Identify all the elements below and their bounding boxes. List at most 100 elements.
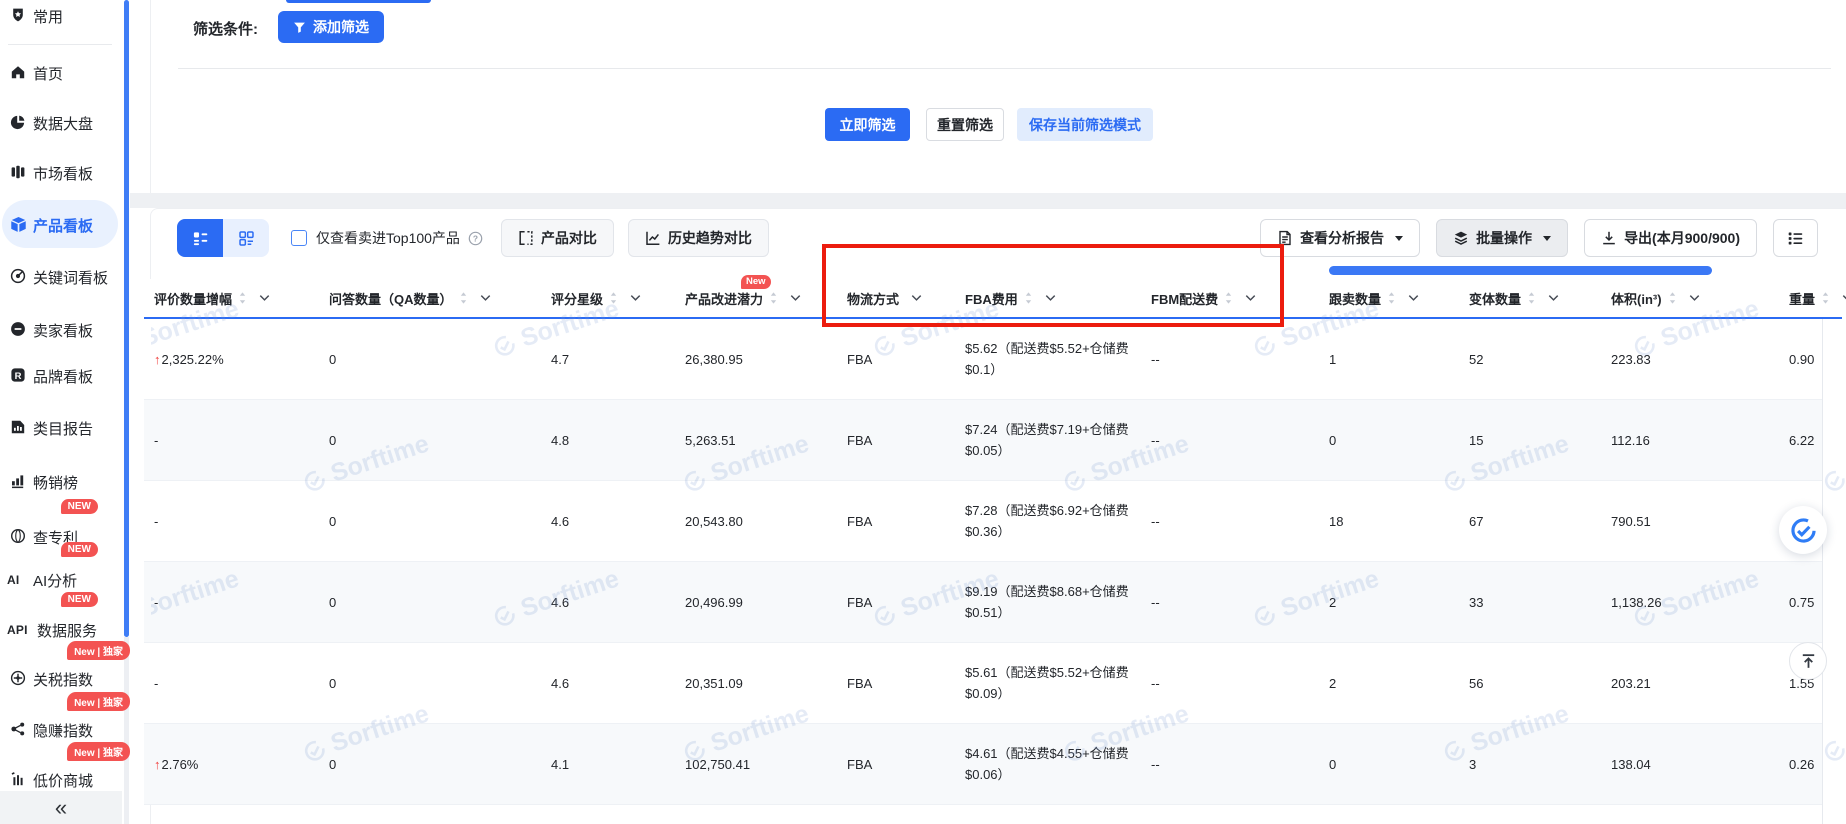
new-column-badge: New: [741, 275, 771, 289]
cell-review_growth: -: [144, 481, 319, 561]
sort-icon[interactable]: [769, 291, 778, 305]
sort-icon[interactable]: [1387, 291, 1396, 305]
cell-improve_potential: 20,351.09: [675, 643, 837, 723]
table-row-6[interactable]: ↑2.76%04.1102,750.41FBA$4.61（配送费$4.55+仓储…: [144, 724, 1842, 805]
sort-icon[interactable]: [1224, 291, 1233, 305]
filter-conditions-label: 筛选条件:: [193, 18, 258, 39]
view-report-button[interactable]: 查看分析报告: [1260, 219, 1420, 257]
reset-filter-button[interactable]: 重置筛选: [926, 108, 1004, 141]
brand-assistant-button[interactable]: [1779, 506, 1827, 554]
new-badge: NEW: [61, 499, 98, 514]
sidebar-item-9[interactable]: 类目报告: [0, 412, 122, 444]
clipped-button-remnant: [286, 0, 431, 3]
add-filter-button[interactable]: 添加筛选: [278, 11, 384, 43]
horizontal-scrollbar-thumb[interactable]: [1329, 266, 1712, 275]
column-header-volume[interactable]: 体积(in³): [1601, 279, 1779, 317]
chevron-down-icon[interactable]: [1045, 294, 1056, 302]
export-button[interactable]: 导出(本月900/900): [1584, 219, 1757, 257]
column-header-fba_fee[interactable]: FBA费用: [955, 279, 1141, 317]
column-header-weight[interactable]: 重量: [1779, 279, 1835, 317]
cell-logistics: FBA: [837, 643, 955, 723]
chevron-down-icon[interactable]: [1408, 294, 1419, 302]
sidebar-item-14[interactable]: 关税指数New | 独家: [0, 663, 122, 695]
sidebar-scrollbar-thumb[interactable]: [124, 0, 129, 637]
column-header-qa_count[interactable]: 问答数量（QA数量）: [319, 279, 541, 317]
chevron-down-icon[interactable]: [790, 294, 801, 302]
table-row-5[interactable]: -04.620,351.09FBA$5.61（配送费$5.52+仓储费$0.09…: [144, 643, 1842, 724]
list-view-toggle[interactable]: [177, 219, 223, 257]
column-settings-button[interactable]: [1773, 219, 1818, 257]
chevron-down-icon[interactable]: [1245, 294, 1256, 302]
cell-volume: 223.83: [1601, 319, 1779, 399]
cell-rating: 4.6: [541, 643, 675, 723]
top100-checkbox[interactable]: [291, 230, 307, 246]
cell-improve_potential: 26,380.95: [675, 319, 837, 399]
sort-icon[interactable]: [1821, 291, 1830, 305]
table-body: ↑2,325.22%04.726,380.95FBA$5.62（配送费$5.52…: [144, 319, 1842, 805]
save-filter-mode-button[interactable]: 保存当前筛选模式: [1017, 108, 1153, 141]
sidebar-collapse-button[interactable]: «: [0, 791, 122, 824]
chevron-down-icon[interactable]: [911, 294, 922, 302]
sidebar-item-10[interactable]: 畅销榜: [0, 466, 122, 498]
product-compare-button[interactable]: 产品对比: [501, 219, 614, 257]
sidebar-item-6[interactable]: 关键词看板: [0, 261, 122, 293]
table-row-2[interactable]: -04.85,263.51FBA$7.24（配送费$7.19+仓储费$0.05）…: [144, 400, 1842, 481]
column-header-variants[interactable]: 变体数量: [1459, 279, 1601, 317]
question-circle-icon[interactable]: ?: [468, 231, 483, 246]
sidebar-item-8[interactable]: R 品牌看板: [0, 360, 122, 392]
cell-logistics: FBA: [837, 400, 955, 480]
sidebar-item-label: 市场看板: [33, 163, 93, 184]
cell-rating: 4.6: [541, 481, 675, 561]
back-to-top-button[interactable]: [1789, 642, 1827, 680]
cell-fbm_fee: --: [1141, 319, 1319, 399]
batch-actions-button[interactable]: 批量操作: [1436, 219, 1568, 257]
chevron-down-icon[interactable]: [259, 294, 270, 302]
sidebar-item-1[interactable]: 常用: [0, 0, 122, 32]
sort-icon[interactable]: [238, 291, 247, 305]
cell-fbm_fee: --: [1141, 481, 1319, 561]
table-row-1[interactable]: ↑2,325.22%04.726,380.95FBA$5.62（配送费$5.52…: [144, 319, 1842, 400]
grid-view-toggle[interactable]: [223, 219, 269, 257]
sort-icon[interactable]: [1024, 291, 1033, 305]
sidebar-item-3[interactable]: 数据大盘: [0, 107, 122, 139]
cell-rating: 4.8: [541, 400, 675, 480]
chevron-down-icon[interactable]: [480, 294, 491, 302]
sidebar-item-7[interactable]: 卖家看板: [0, 314, 122, 346]
check-logo-icon: [1790, 517, 1817, 544]
apply-filter-button[interactable]: 立即筛选: [825, 108, 910, 141]
cell-follow_sellers: 0: [1319, 724, 1459, 804]
trend-up-icon: ↑: [154, 352, 161, 367]
cell-improve_potential: 20,496.99: [675, 562, 837, 642]
sort-icon[interactable]: [1668, 291, 1677, 305]
column-header-rating[interactable]: 评分星级: [541, 279, 675, 317]
column-header-logistics[interactable]: 物流方式: [837, 279, 955, 317]
column-header-follow_sellers[interactable]: 跟卖数量: [1319, 279, 1459, 317]
sidebar-item-2[interactable]: 首页: [0, 57, 122, 89]
chevron-down-icon[interactable]: [1689, 294, 1700, 302]
sidebar-item-label: 品牌看板: [33, 366, 93, 387]
sort-icon[interactable]: [1527, 291, 1536, 305]
sort-icon[interactable]: [459, 291, 468, 305]
sidebar-item-label: 关键词看板: [33, 267, 108, 288]
sidebar-item-5[interactable]: 产品看板: [0, 209, 122, 241]
cell-follow_sellers: 2: [1319, 562, 1459, 642]
filter-panel: 筛选条件: 添加筛选 立即筛选 重置筛选 保存当前筛选模式: [150, 0, 1846, 193]
cell-rating: 4.7: [541, 319, 675, 399]
table-row-3[interactable]: -04.620,543.80FBA$7.28（配送费$6.92+仓储费$0.36…: [144, 481, 1842, 562]
brand-board-icon: R: [10, 367, 28, 385]
cell-qa_count: 0: [319, 643, 541, 723]
table-row-4[interactable]: -04.620,496.99FBA$9.19（配送费$8.68+仓储费$0.51…: [144, 562, 1842, 643]
chevron-down-icon[interactable]: [630, 294, 641, 302]
column-header-improve_potential[interactable]: 产品改进潜力New: [675, 279, 837, 317]
cell-volume: 138.04: [1601, 724, 1779, 804]
chevron-down-icon[interactable]: [1548, 294, 1559, 302]
sidebar-item-label: 常用: [33, 6, 63, 27]
cell-variants: 52: [1459, 319, 1601, 399]
sort-icon[interactable]: [609, 291, 618, 305]
history-trend-button[interactable]: 历史趋势对比: [628, 219, 769, 257]
sidebar-item-12[interactable]: AIAI分析NEW: [0, 564, 122, 596]
sidebar-item-4[interactable]: 市场看板: [0, 157, 122, 189]
column-header-fbm_fee[interactable]: FBM配送费: [1141, 279, 1319, 317]
column-header-review_growth[interactable]: 评价数量增幅: [144, 279, 319, 317]
chevron-down-icon[interactable]: [1842, 294, 1846, 302]
